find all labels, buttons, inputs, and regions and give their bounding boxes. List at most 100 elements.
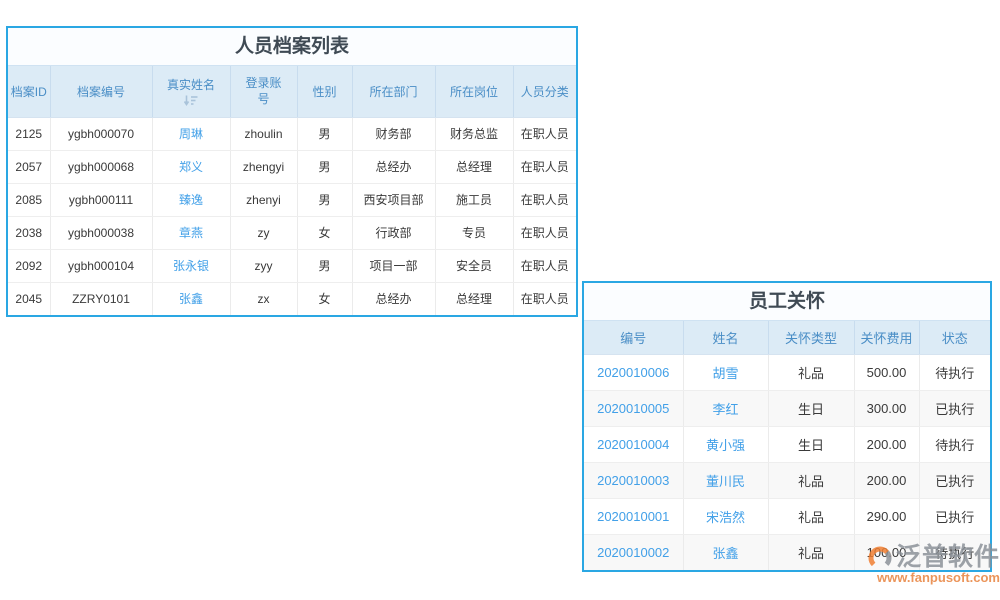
cell-care-fee: 100.00 [854, 534, 919, 570]
care-name-link[interactable]: 李红 [712, 402, 738, 417]
cell-gender: 女 [297, 282, 352, 315]
cell-real-name[interactable]: 章燕 [152, 216, 230, 249]
cell-post: 总经理 [435, 282, 513, 315]
cell-department: 总经办 [352, 150, 435, 183]
employee-care-table: 编号 姓名 关怀类型 关怀费用 状态 2020010006 胡雪 礼品 500.… [584, 321, 990, 570]
care-name-link[interactable]: 黄小强 [706, 438, 745, 453]
cell-real-name[interactable]: 张鑫 [152, 282, 230, 315]
col-header-care-name: 姓名 [683, 321, 768, 354]
table-row: 2125 ygbh000070 周琳 zhoulin 男 财务部 财务总监 在职… [8, 117, 576, 150]
col-header-care-no: 编号 [584, 321, 683, 354]
care-name-link[interactable]: 张鑫 [712, 546, 738, 561]
cell-care-name[interactable]: 胡雪 [683, 354, 768, 390]
col-header-care-fee: 关怀费用 [854, 321, 919, 354]
cell-category: 在职人员 [513, 117, 576, 150]
table-row: 2020010003 董川民 礼品 200.00 已执行 [584, 462, 990, 498]
cell-category: 在职人员 [513, 216, 576, 249]
person-name-link[interactable]: 张永银 [173, 259, 209, 273]
col-header-care-status: 状态 [919, 321, 990, 354]
cell-post: 安全员 [435, 249, 513, 282]
cell-care-name[interactable]: 董川民 [683, 462, 768, 498]
cell-care-fee: 290.00 [854, 498, 919, 534]
col-header-care-type: 关怀类型 [768, 321, 854, 354]
cell-login-account: zhoulin [230, 117, 297, 150]
cell-gender: 男 [297, 150, 352, 183]
cell-care-status: 待执行 [919, 534, 990, 570]
table-row: 2057 ygbh000068 郑义 zhengyi 男 总经办 总经理 在职人… [8, 150, 576, 183]
cell-care-no[interactable]: 2020010003 [584, 462, 683, 498]
care-no-link[interactable]: 2020010005 [597, 401, 669, 416]
cell-archive-code: ygbh000038 [50, 216, 152, 249]
col-header-login-account: 登录账号 [230, 66, 297, 117]
cell-archive-code: ZZRY0101 [50, 282, 152, 315]
cell-archive-code: ygbh000068 [50, 150, 152, 183]
cell-category: 在职人员 [513, 282, 576, 315]
brand-url: www.fanpusoft.com [864, 570, 1000, 585]
cell-care-type: 礼品 [768, 354, 854, 390]
cell-archive-code: ygbh000070 [50, 117, 152, 150]
table-row: 2020010005 李红 生日 300.00 已执行 [584, 390, 990, 426]
person-name-link[interactable]: 臻逸 [179, 193, 203, 207]
cell-care-fee: 200.00 [854, 462, 919, 498]
table-row: 2045 ZZRY0101 张鑫 zx 女 总经办 总经理 在职人员 [8, 282, 576, 315]
cell-care-type: 生日 [768, 390, 854, 426]
personnel-table: 档案ID 档案编号 真实姓名 [8, 66, 576, 315]
cell-care-type: 生日 [768, 426, 854, 462]
table-row: 2038 ygbh000038 章燕 zy 女 行政部 专员 在职人员 [8, 216, 576, 249]
cell-archive-id: 2092 [8, 249, 50, 282]
cell-care-status: 已执行 [919, 390, 990, 426]
cell-care-no[interactable]: 2020010002 [584, 534, 683, 570]
cell-archive-id: 2045 [8, 282, 50, 315]
cell-care-status: 待执行 [919, 354, 990, 390]
cell-real-name[interactable]: 臻逸 [152, 183, 230, 216]
cell-real-name[interactable]: 周琳 [152, 117, 230, 150]
table-row: 2020010002 张鑫 礼品 100.00 待执行 [584, 534, 990, 570]
cell-care-no[interactable]: 2020010005 [584, 390, 683, 426]
col-header-category: 人员分类 [513, 66, 576, 117]
cell-care-status: 已执行 [919, 462, 990, 498]
care-no-link[interactable]: 2020010002 [597, 545, 669, 560]
person-name-link[interactable]: 周琳 [179, 127, 203, 141]
col-header-real-name[interactable]: 真实姓名 [152, 66, 230, 117]
cell-care-name[interactable]: 黄小强 [683, 426, 768, 462]
cell-archive-code: ygbh000104 [50, 249, 152, 282]
cell-care-name[interactable]: 宋浩然 [683, 498, 768, 534]
cell-login-account: zy [230, 216, 297, 249]
care-header-row: 编号 姓名 关怀类型 关怀费用 状态 [584, 321, 990, 354]
col-header-gender: 性别 [297, 66, 352, 117]
cell-care-no[interactable]: 2020010004 [584, 426, 683, 462]
cell-login-account: zhengyi [230, 150, 297, 183]
cell-post: 总经理 [435, 150, 513, 183]
cell-archive-id: 2038 [8, 216, 50, 249]
cell-care-name[interactable]: 李红 [683, 390, 768, 426]
cell-department: 项目一部 [352, 249, 435, 282]
person-name-link[interactable]: 张鑫 [179, 292, 203, 306]
care-name-link[interactable]: 董川民 [706, 474, 745, 489]
person-name-link[interactable]: 郑义 [179, 160, 203, 174]
cell-care-type: 礼品 [768, 462, 854, 498]
care-no-link[interactable]: 2020010001 [597, 509, 669, 524]
person-name-link[interactable]: 章燕 [179, 226, 203, 240]
table-row: 2020010004 黄小强 生日 200.00 待执行 [584, 426, 990, 462]
cell-post: 施工员 [435, 183, 513, 216]
cell-care-type: 礼品 [768, 534, 854, 570]
cell-care-no[interactable]: 2020010006 [584, 354, 683, 390]
care-no-link[interactable]: 2020010006 [597, 365, 669, 380]
cell-archive-code: ygbh000111 [50, 183, 152, 216]
col-header-archive-code: 档案编号 [50, 66, 152, 117]
cell-real-name[interactable]: 郑义 [152, 150, 230, 183]
care-name-link[interactable]: 宋浩然 [706, 510, 745, 525]
care-name-link[interactable]: 胡雪 [712, 366, 738, 381]
cell-gender: 男 [297, 249, 352, 282]
cell-care-no[interactable]: 2020010001 [584, 498, 683, 534]
cell-archive-id: 2125 [8, 117, 50, 150]
care-no-link[interactable]: 2020010003 [597, 473, 669, 488]
cell-real-name[interactable]: 张永银 [152, 249, 230, 282]
col-header-post: 所在岗位 [435, 66, 513, 117]
cell-gender: 女 [297, 216, 352, 249]
cell-care-type: 礼品 [768, 498, 854, 534]
table-row: 2085 ygbh000111 臻逸 zhenyi 男 西安项目部 施工员 在职… [8, 183, 576, 216]
cell-post: 财务总监 [435, 117, 513, 150]
cell-care-name[interactable]: 张鑫 [683, 534, 768, 570]
care-no-link[interactable]: 2020010004 [597, 437, 669, 452]
